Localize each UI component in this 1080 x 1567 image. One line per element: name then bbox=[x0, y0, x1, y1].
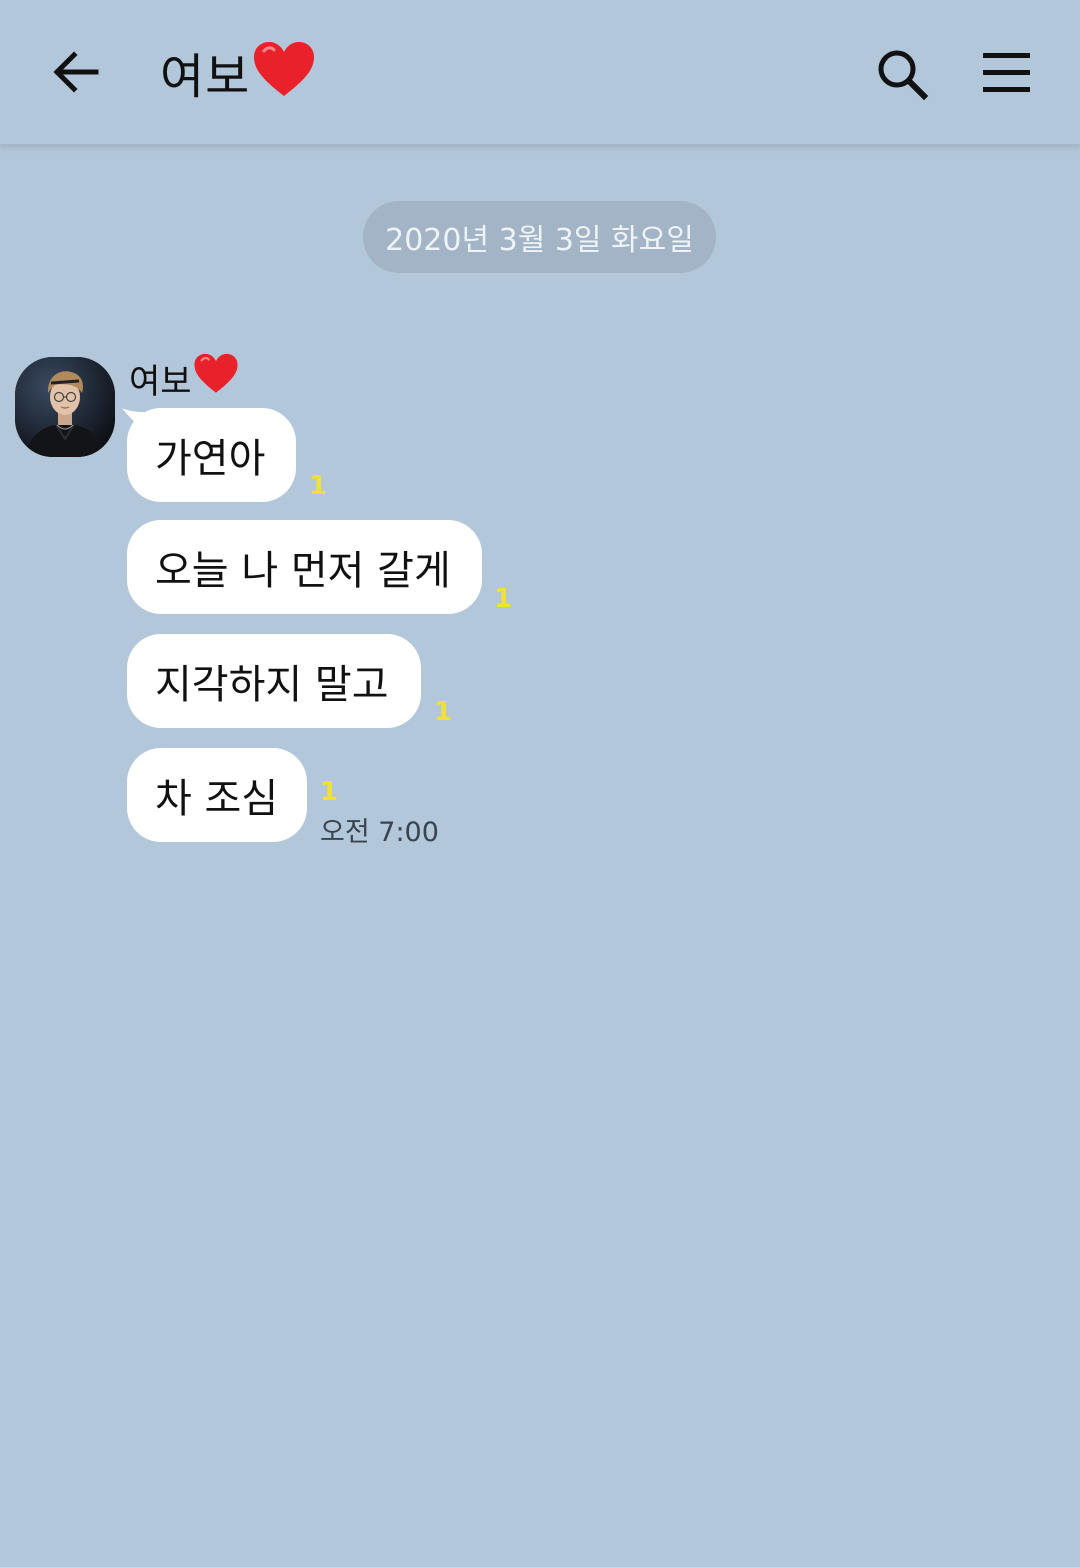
message-bubble[interactable]: 가연아 bbox=[127, 408, 296, 502]
message-text: 차 조심 bbox=[155, 776, 279, 822]
message-text: 지각하지 말고 bbox=[155, 662, 389, 708]
message-text: 오늘 나 먼저 갈게 bbox=[155, 548, 451, 594]
message-bubble[interactable]: 오늘 나 먼저 갈게 bbox=[127, 520, 482, 614]
back-button[interactable] bbox=[44, 42, 108, 102]
sender-name-text: 여보 bbox=[129, 361, 192, 402]
date-divider: 2020년 3월 3일 화요일 bbox=[363, 201, 716, 273]
unread-count: 1 bbox=[434, 697, 453, 727]
sender-name: 여보 bbox=[129, 353, 239, 404]
chat-screen: 여보 2020년 3월 3일 화요일 여보 가연아 1 오늘 나 먼저 갈게 1… bbox=[0, 0, 1080, 1567]
chat-title: 여보 bbox=[160, 40, 316, 105]
chat-header: 여보 bbox=[0, 0, 1080, 145]
back-arrow-icon bbox=[53, 51, 99, 93]
message-bubble[interactable]: 차 조심 bbox=[127, 748, 307, 842]
message-bubble[interactable]: 지각하지 말고 bbox=[127, 634, 421, 728]
message-timestamp: 오전 7:00 bbox=[320, 817, 439, 848]
search-button[interactable] bbox=[872, 44, 932, 104]
chat-title-text: 여보 bbox=[160, 49, 251, 105]
avatar[interactable] bbox=[15, 357, 115, 457]
message-text: 가연아 bbox=[155, 436, 266, 482]
unread-count: 1 bbox=[320, 777, 339, 807]
search-icon bbox=[878, 50, 929, 101]
menu-icon bbox=[983, 53, 1030, 92]
menu-button[interactable] bbox=[980, 48, 1034, 98]
heart-icon bbox=[193, 353, 239, 404]
unread-count: 1 bbox=[494, 584, 513, 614]
unread-count: 1 bbox=[309, 471, 328, 501]
heart-icon bbox=[252, 41, 316, 103]
